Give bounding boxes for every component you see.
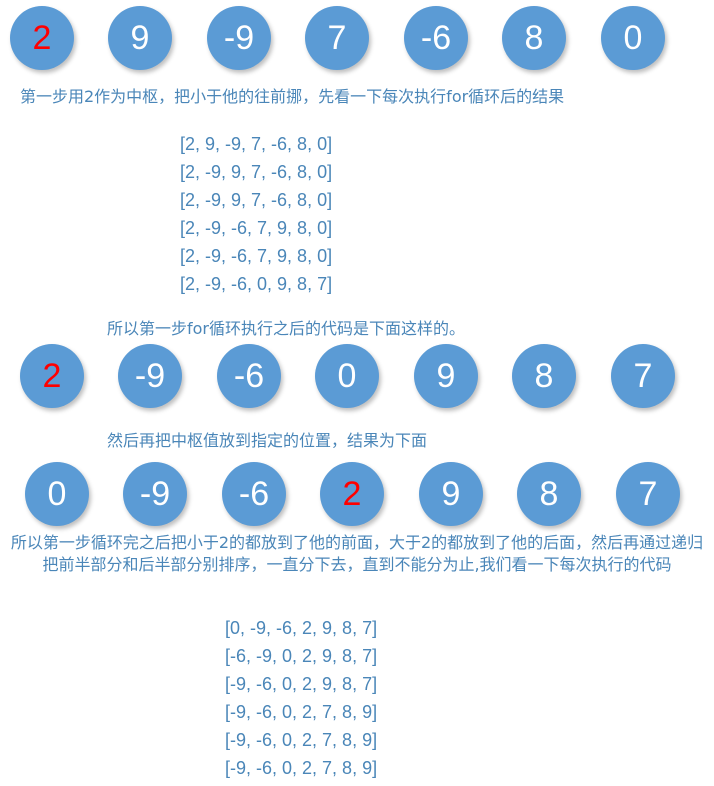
array-line: [-6, -9, 0, 2, 9, 8, 7] — [225, 646, 378, 666]
caption-recursion: 所以第一步循环完之后把小于2的都放到了他的前面，大于2的都放到了他的后面，然后再… — [10, 533, 704, 574]
circle-value: 9 — [414, 344, 478, 408]
circle-value: 0 — [601, 6, 665, 70]
circle-row-pivot-placed: 0 -9 -6 2 9 8 7 — [0, 462, 714, 532]
circle-value: 8 — [502, 6, 566, 70]
array-line: [2, -9, -6, 7, 9, 8, 0] — [180, 246, 333, 266]
array-line: [-9, -6, 0, 2, 7, 8, 9] — [225, 730, 378, 750]
array-line: [2, -9, 9, 7, -6, 8, 0] — [180, 162, 333, 182]
array-line: [-9, -6, 0, 2, 7, 8, 9] — [225, 758, 378, 778]
array-line: [2, 9, -9, 7, -6, 8, 0] — [180, 134, 333, 154]
circle-pivot: 2 — [10, 6, 74, 70]
circle-value: -9 — [118, 344, 182, 408]
circle-row-initial: 2 9 -9 7 -6 8 0 — [0, 6, 714, 76]
caption-step-one: 第一步用2作为中枢，把小于他的往前挪，先看一下每次执行for循环后的结果 — [20, 87, 565, 106]
circle-value: 0 — [25, 462, 89, 526]
circle-value: 8 — [517, 462, 581, 526]
array-line: [-9, -6, 0, 2, 9, 8, 7] — [225, 674, 378, 694]
circle-pivot: 2 — [320, 462, 384, 526]
circle-value: 7 — [616, 462, 680, 526]
caption-after-loop: 所以第一步for循环执行之后的代码是下面这样的。 — [107, 319, 466, 338]
circle-value: 7 — [611, 344, 675, 408]
array-line: [2, -9, -6, 0, 9, 8, 7] — [180, 274, 333, 294]
circle-value: -6 — [217, 344, 281, 408]
circle-value: -6 — [222, 462, 286, 526]
circle-value: 9 — [108, 6, 172, 70]
array-line: [2, -9, -6, 7, 9, 8, 0] — [180, 218, 333, 238]
array-line: [0, -9, -6, 2, 9, 8, 7] — [225, 618, 378, 638]
array-line: [2, -9, 9, 7, -6, 8, 0] — [180, 190, 333, 210]
caption-place-pivot: 然后再把中枢值放到指定的位置，结果为下面 — [107, 431, 428, 450]
circle-value: -6 — [404, 6, 468, 70]
circle-value: 7 — [305, 6, 369, 70]
circle-value: -9 — [123, 462, 187, 526]
circle-value: 9 — [419, 462, 483, 526]
circle-pivot: 2 — [20, 344, 84, 408]
circle-value: 8 — [512, 344, 576, 408]
circle-value: -9 — [207, 6, 271, 70]
array-line: [-9, -6, 0, 2, 7, 8, 9] — [225, 702, 378, 722]
circle-value: 0 — [315, 344, 379, 408]
circle-row-after-loop: 2 -9 -6 0 9 8 7 — [0, 344, 714, 414]
